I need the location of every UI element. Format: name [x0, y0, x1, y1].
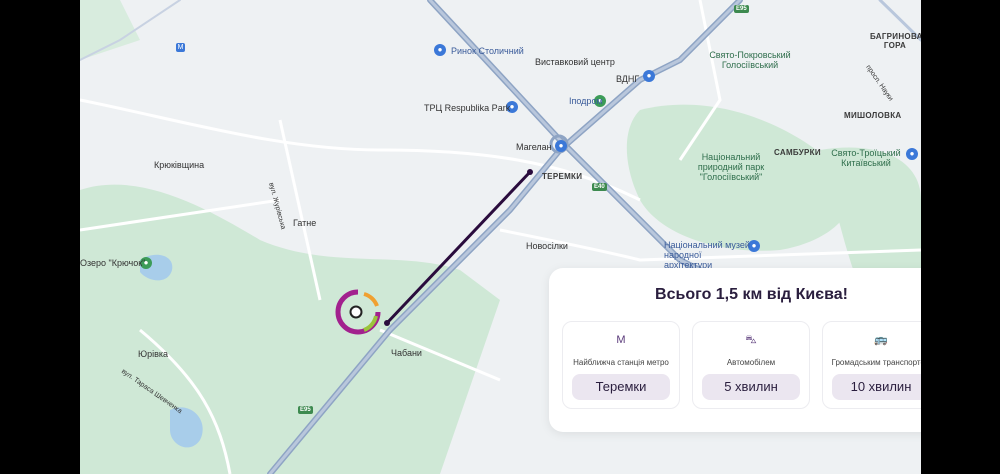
label-magelan: Магелан — [516, 142, 552, 152]
label-market: Ринок Столичний — [451, 46, 524, 56]
route-start-dot — [384, 320, 390, 326]
option-car: ⛍ Автомобілем 5 хвилин — [692, 321, 810, 409]
e95-shield: E95 — [734, 5, 749, 13]
option-transit-caption: Громадським транспортом — [831, 358, 921, 367]
option-car-caption: Автомобілем — [726, 358, 776, 367]
label-mall: ТРЦ Respublika Park — [424, 103, 511, 113]
label-yurivka: Юрівка — [138, 349, 169, 359]
label-kriukivshchyna: Крюківщина — [154, 160, 205, 170]
map-view[interactable]: ● ● ● ● ● ● ● ● M Ринок Столичний Вистав… — [80, 0, 921, 474]
label-bahrynova: БАГРИНОВА ГОРА — [870, 32, 921, 50]
option-transit-value[interactable]: 10 хвилин — [832, 374, 921, 400]
magelan-pin-icon[interactable]: ● — [555, 140, 567, 152]
distance-info-card: Всього 1,5 км від Києва! M Найближча ста… — [549, 268, 921, 432]
label-teremky: ТЕРЕМКИ — [542, 172, 583, 181]
label-lake: Озеро "Крючок" — [80, 258, 146, 268]
label-pokrovsky: Свято-Покровський Голосіївський — [709, 50, 791, 70]
label-novosilky: Новосілки — [526, 241, 568, 251]
card-title: Всього 1,5 км від Києва! — [655, 286, 848, 303]
route-end-dot — [527, 169, 533, 175]
label-samburky: САМБУРКИ — [774, 148, 821, 157]
label-hatne: Гатне — [293, 218, 317, 228]
car-icon: ⛍ — [745, 334, 757, 346]
troitsky-pin-icon[interactable]: ● — [906, 148, 918, 160]
option-metro-value[interactable]: Теремки — [572, 374, 670, 400]
option-car-value[interactable]: 5 хвилин — [702, 374, 800, 400]
vdng-pin-icon[interactable]: ● — [643, 70, 655, 82]
label-park: Національний природний парк "Голосіївськ… — [697, 152, 765, 182]
option-metro-caption: Найближча станція метро — [573, 358, 669, 367]
label-troitsky: Свято-Троїцький Китаївський — [831, 148, 901, 168]
label-vdng: ВДНГ — [616, 74, 640, 84]
label-chabany: Чабани — [391, 348, 422, 358]
option-transit: 🚌 Громадським транспортом 10 хвилин — [822, 321, 921, 409]
complex-logo-marker[interactable] — [334, 288, 382, 336]
label-museum: Національний музей народної архітектури — [664, 240, 750, 270]
e95-shield-south: E95 — [298, 406, 313, 414]
bus-icon: 🚌 — [874, 334, 888, 346]
metro-icon: M — [616, 334, 626, 346]
market-pin-icon[interactable]: ● — [434, 44, 446, 56]
label-ipodrom: Іподром — [569, 96, 603, 106]
option-metro: M Найближча станція метро Теремки — [562, 321, 680, 409]
e40-shield: E40 — [592, 183, 607, 191]
metro-marker-icon: M — [176, 43, 185, 52]
label-expo: Виставковий центр — [535, 57, 615, 67]
label-misholovka: МИШОЛОВКА — [844, 111, 902, 120]
